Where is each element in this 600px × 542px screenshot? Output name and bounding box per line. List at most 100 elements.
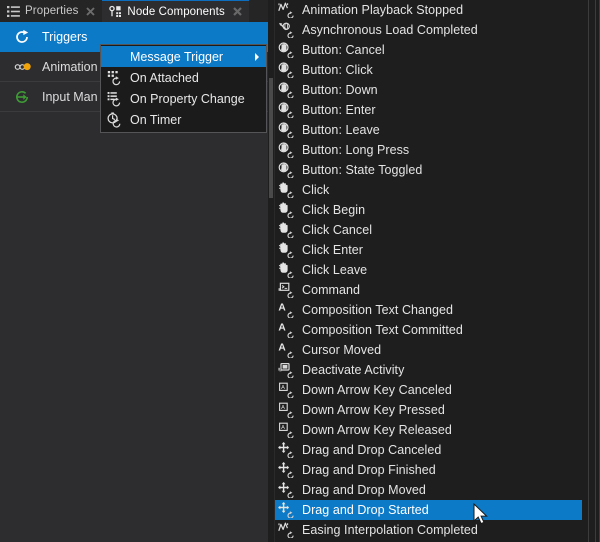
input-arrow-icon: [14, 89, 32, 105]
trigger-list-item-label: Click: [302, 183, 330, 197]
trigger-list-item[interactable]: Button: Enter: [274, 100, 600, 120]
trigger-list-item-label: Drag and Drop Moved: [302, 483, 426, 497]
trigger-list-item[interactable]: A Composition Text Committed: [274, 320, 600, 340]
sidebar-item-label: Animation: [42, 59, 98, 74]
svg-text:A: A: [278, 343, 286, 354]
trigger-list-item-label: Easing Interpolation Completed: [302, 523, 478, 537]
trigger-list-item[interactable]: Drag and Drop Started: [274, 500, 600, 520]
trigger-list-item-label: Button: Down: [302, 83, 378, 97]
trigger-list-item[interactable]: Button: Click: [274, 60, 600, 80]
tab-strip: Properties Node Components: [0, 0, 268, 23]
left-dock-panel: Properties Node Components Triggers Anim…: [0, 0, 268, 542]
animation-curve-icon: [278, 2, 295, 19]
trigger-list-item[interactable]: Click Leave: [274, 260, 600, 280]
trigger-list-item-label: Click Begin: [302, 203, 366, 217]
trigger-list-item[interactable]: Click Begin: [274, 200, 600, 220]
tab-properties[interactable]: Properties: [0, 0, 103, 22]
close-icon[interactable]: [85, 6, 96, 17]
trigger-list-item-label: Click Leave: [302, 263, 368, 277]
trigger-arrow-icon: [14, 29, 32, 45]
button-press-icon: [278, 142, 295, 159]
scrollbar-vertical[interactable]: [268, 0, 275, 542]
trigger-list-item-label: Drag and Drop Started: [302, 503, 429, 517]
trigger-list-item-label: Click Enter: [302, 243, 363, 257]
context-menu-item-on-timer[interactable]: On Timer: [101, 109, 266, 130]
trigger-list-item-label: Button: State Toggled: [302, 163, 423, 177]
scrollbar-thumb[interactable]: [269, 78, 273, 198]
trigger-list-item-label: Click Cancel: [302, 223, 373, 237]
trigger-list-item[interactable]: Drag and Drop Finished: [274, 460, 600, 480]
trigger-list-item[interactable]: A Down Arrow Key Released: [274, 420, 600, 440]
message-trigger-submenu: Animation Playback Stopped Asynchronous …: [268, 0, 600, 542]
click-hand-icon: [278, 182, 295, 199]
trigger-list-item-label: Composition Text Committed: [302, 323, 463, 337]
trigger-list-item-label: Button: Leave: [302, 123, 380, 137]
on-property-change-icon: [107, 91, 124, 107]
keyboard-key-icon: A: [278, 422, 295, 439]
tab-node-components[interactable]: Node Components: [102, 0, 249, 22]
trigger-list-item-label: Down Arrow Key Canceled: [302, 383, 452, 397]
tab-properties-label: Properties: [25, 5, 79, 17]
on-attached-icon: [107, 70, 124, 86]
trigger-list-item[interactable]: Deactivate Activity: [274, 360, 600, 380]
trigger-list-item-label: Command: [302, 283, 361, 297]
animation-dots-icon: [14, 59, 32, 75]
button-press-icon: [278, 82, 295, 99]
trigger-list-item[interactable]: Drag and Drop Moved: [274, 480, 600, 500]
svg-text:A: A: [278, 323, 286, 334]
trigger-list-item[interactable]: A Down Arrow Key Canceled: [274, 380, 600, 400]
trigger-list-item[interactable]: Button: State Toggled: [274, 160, 600, 180]
trigger-list-item[interactable]: A Composition Text Changed: [274, 300, 600, 320]
trigger-list-item[interactable]: Button: Leave: [274, 120, 600, 140]
context-menu-item-label: Message Trigger: [130, 49, 224, 64]
context-menu: Message Trigger On Attached On Property …: [100, 44, 267, 133]
trigger-list-item[interactable]: A Down Arrow Key Pressed: [274, 400, 600, 420]
drag-move-icon: [278, 482, 295, 499]
trigger-list-item[interactable]: Drag and Drop Canceled: [274, 440, 600, 460]
trigger-list-item[interactable]: Click Enter: [274, 240, 600, 260]
button-press-icon: [278, 102, 295, 119]
trigger-list-item-label: Cursor Moved: [302, 343, 382, 357]
trigger-list-item[interactable]: Animation Playback Stopped: [274, 0, 600, 20]
button-press-icon: [278, 162, 295, 179]
trigger-list-item-label: Button: Long Press: [302, 143, 410, 157]
trigger-list-item[interactable]: Click Cancel: [274, 220, 600, 240]
trigger-list-item-label: Composition Text Changed: [302, 303, 454, 317]
context-menu-item-label: On Property Change: [130, 91, 245, 106]
text-a-icon: A: [278, 322, 295, 339]
trigger-list-item-label: Asynchronous Load Completed: [302, 23, 478, 37]
properties-list-icon: [7, 5, 20, 18]
context-menu-item-message-trigger[interactable]: Message Trigger: [101, 46, 266, 67]
chevron-right-icon: [255, 52, 259, 61]
trigger-list-item-label: Down Arrow Key Released: [302, 423, 452, 437]
edge-divider: [588, 0, 589, 542]
drag-move-icon: [278, 502, 295, 519]
trigger-list-item[interactable]: Easing Interpolation Completed: [274, 520, 600, 540]
async-load-icon: [278, 22, 295, 39]
trigger-list-item[interactable]: Asynchronous Load Completed: [274, 20, 600, 40]
trigger-list-item[interactable]: Command: [274, 280, 600, 300]
context-menu-item-on-attached[interactable]: On Attached: [101, 67, 266, 88]
keyboard-key-icon: A: [278, 382, 295, 399]
close-icon[interactable]: [232, 6, 243, 17]
edge-divider: [595, 0, 596, 542]
context-menu-item-on-property-change[interactable]: On Property Change: [101, 88, 266, 109]
trigger-list-item-label: Drag and Drop Finished: [302, 463, 436, 477]
trigger-list-item[interactable]: A Cursor Moved: [274, 340, 600, 360]
trigger-list-item[interactable]: Button: Down: [274, 80, 600, 100]
text-a-icon: A: [278, 302, 295, 319]
trigger-event-list: Animation Playback Stopped Asynchronous …: [274, 0, 600, 542]
click-hand-icon: [278, 222, 295, 239]
trigger-list-item[interactable]: Button: Cancel: [274, 40, 600, 60]
trigger-list-item[interactable]: Click: [274, 180, 600, 200]
trigger-list-item-label: Animation Playback Stopped: [302, 3, 464, 17]
trigger-list-item[interactable]: Button: Long Press: [274, 140, 600, 160]
button-press-icon: [278, 42, 295, 59]
click-hand-icon: [278, 202, 295, 219]
app-root: Properties Node Components Triggers Anim…: [0, 0, 600, 542]
on-timer-icon: [107, 111, 124, 128]
click-hand-icon: [278, 262, 295, 279]
trigger-list-item-label: Button: Cancel: [302, 43, 385, 57]
context-menu-item-label: On Timer: [130, 112, 182, 127]
node-components-icon: [109, 5, 122, 18]
